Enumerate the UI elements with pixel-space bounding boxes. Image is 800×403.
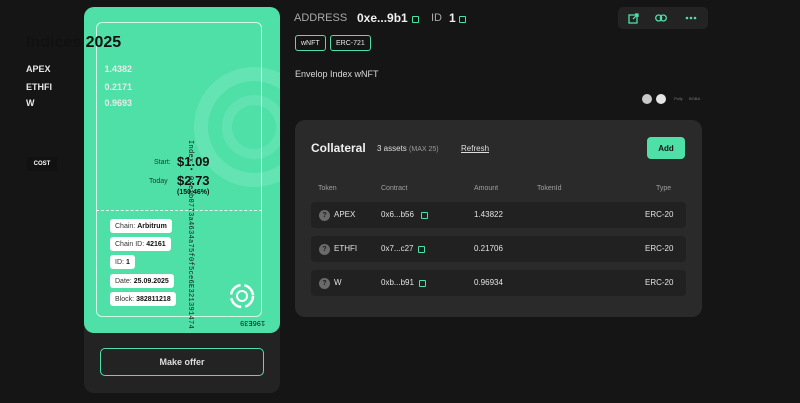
card-asset-symbol: W bbox=[26, 98, 35, 108]
column-header-tokenid: TokenId bbox=[537, 185, 562, 192]
tag-wnft: wNFT bbox=[295, 35, 326, 51]
contract-cell: 0x7...c27 bbox=[381, 244, 414, 253]
type-cell: ERC-20 bbox=[645, 210, 674, 219]
info-key: ID: bbox=[115, 258, 124, 266]
envelop-logo-icon bbox=[229, 283, 255, 309]
address-label: ADDRESS bbox=[294, 12, 348, 24]
token-cell: APEX bbox=[334, 210, 356, 219]
owner-avatar-icon[interactable] bbox=[642, 94, 652, 104]
token-cell: W bbox=[334, 278, 342, 287]
card-asset-row: W 0.9693 bbox=[26, 98, 132, 108]
info-value: Arbitrum bbox=[137, 222, 167, 230]
copy-icon[interactable] bbox=[419, 280, 426, 287]
contract-cell: 0xb...b91 bbox=[381, 278, 414, 287]
link-icon[interactable] bbox=[654, 11, 668, 25]
contract-cell: 0x6...b56 bbox=[381, 210, 414, 219]
table-row[interactable]: ? APEX 0x6...b56 1.43822 ERC-20 bbox=[311, 202, 686, 228]
assets-max: (MAX 25) bbox=[409, 146, 439, 153]
more-icon[interactable] bbox=[684, 11, 698, 25]
add-collateral-button[interactable]: Add bbox=[647, 137, 685, 159]
info-value: 1 bbox=[125, 258, 130, 266]
cost-badge: COST bbox=[27, 157, 57, 171]
owner-avatar-icon[interactable] bbox=[656, 94, 666, 104]
table-row[interactable]: ? W 0xb...b91 0.96934 ERC-20 bbox=[311, 270, 686, 296]
info-value: 25.09.2025 bbox=[133, 277, 169, 285]
type-cell: ERC-20 bbox=[645, 278, 674, 287]
info-block: Block: 382811218 bbox=[110, 292, 176, 306]
card-asset-row: ETHFI 0.2171 bbox=[26, 82, 132, 92]
info-value: 382811218 bbox=[136, 295, 171, 303]
external-link-icon[interactable] bbox=[626, 11, 640, 25]
card-asset-amount: 1.4382 bbox=[104, 64, 132, 74]
copy-icon[interactable] bbox=[412, 16, 419, 23]
card-vertical-address: Index • 0xe1b0773a4634a75f0f5ce6E3213914… bbox=[186, 140, 194, 330]
amount-cell: 0.96934 bbox=[474, 278, 503, 287]
info-date: Date: 25.09.2025 bbox=[110, 274, 174, 288]
owner-label: Polly bbox=[674, 96, 683, 101]
unknown-token-icon: ? bbox=[319, 244, 330, 255]
amount-cell: 0.21706 bbox=[474, 244, 503, 253]
card-asset-amount: 0.2171 bbox=[104, 82, 132, 92]
tag-erc721: ERC-721 bbox=[330, 35, 371, 51]
card-asset-symbol: ETHFI bbox=[26, 82, 52, 92]
table-row[interactable]: ? ETHFI 0x7...c27 0.21706 ERC-20 bbox=[311, 236, 686, 262]
description: Envelop Index wNFT bbox=[295, 69, 379, 79]
address-value: 0xe...9b1 bbox=[357, 11, 408, 25]
info-id: ID: 1 bbox=[110, 255, 135, 269]
copy-icon[interactable] bbox=[418, 246, 425, 253]
info-key: Block: bbox=[115, 295, 135, 303]
card-divider bbox=[96, 210, 262, 211]
token-cell: ETHFI bbox=[334, 244, 358, 253]
column-header-contract: Contract bbox=[381, 185, 408, 192]
collateral-title: Collateral bbox=[311, 141, 366, 155]
copy-icon[interactable] bbox=[459, 16, 466, 23]
card-title: Indices 2025 bbox=[26, 34, 122, 51]
info-chain-id: Chain ID: 42161 bbox=[110, 237, 171, 251]
type-cell: ERC-20 bbox=[645, 244, 674, 253]
column-header-amount: Amount bbox=[474, 185, 499, 192]
unknown-token-icon: ? bbox=[319, 210, 330, 221]
amount-cell: 1.43822 bbox=[474, 210, 503, 219]
make-offer-button[interactable]: Make offer bbox=[100, 348, 264, 376]
collateral-count: 3 assets (MAX 25) bbox=[377, 144, 439, 153]
start-label: Start: bbox=[154, 159, 171, 166]
id-value: 1 bbox=[449, 11, 456, 25]
info-key: Date: bbox=[115, 277, 132, 285]
info-key: Chain: bbox=[115, 222, 136, 230]
card-asset-amount: 0.9693 bbox=[104, 98, 132, 108]
column-header-token: Token bbox=[318, 185, 337, 192]
refresh-link[interactable]: Refresh bbox=[461, 144, 489, 153]
card-asset-symbol: APEX bbox=[26, 64, 51, 74]
owner-label: BOBA bbox=[689, 96, 701, 101]
assets-count: 3 assets bbox=[377, 144, 407, 153]
card-asset-row: APEX 1.4382 bbox=[26, 64, 132, 74]
info-chain: Chain: Arbitrum bbox=[110, 219, 172, 233]
action-bar bbox=[618, 7, 708, 29]
id-label: ID bbox=[431, 12, 442, 24]
unknown-token-icon: ? bbox=[319, 278, 330, 289]
copy-icon[interactable] bbox=[421, 212, 428, 219]
info-value: 42161 bbox=[146, 240, 166, 248]
card-bottom-id: 196E39 bbox=[240, 318, 266, 326]
column-header-type: Type bbox=[656, 185, 672, 192]
today-label: Today bbox=[149, 178, 168, 185]
info-key: Chain ID: bbox=[115, 240, 145, 248]
